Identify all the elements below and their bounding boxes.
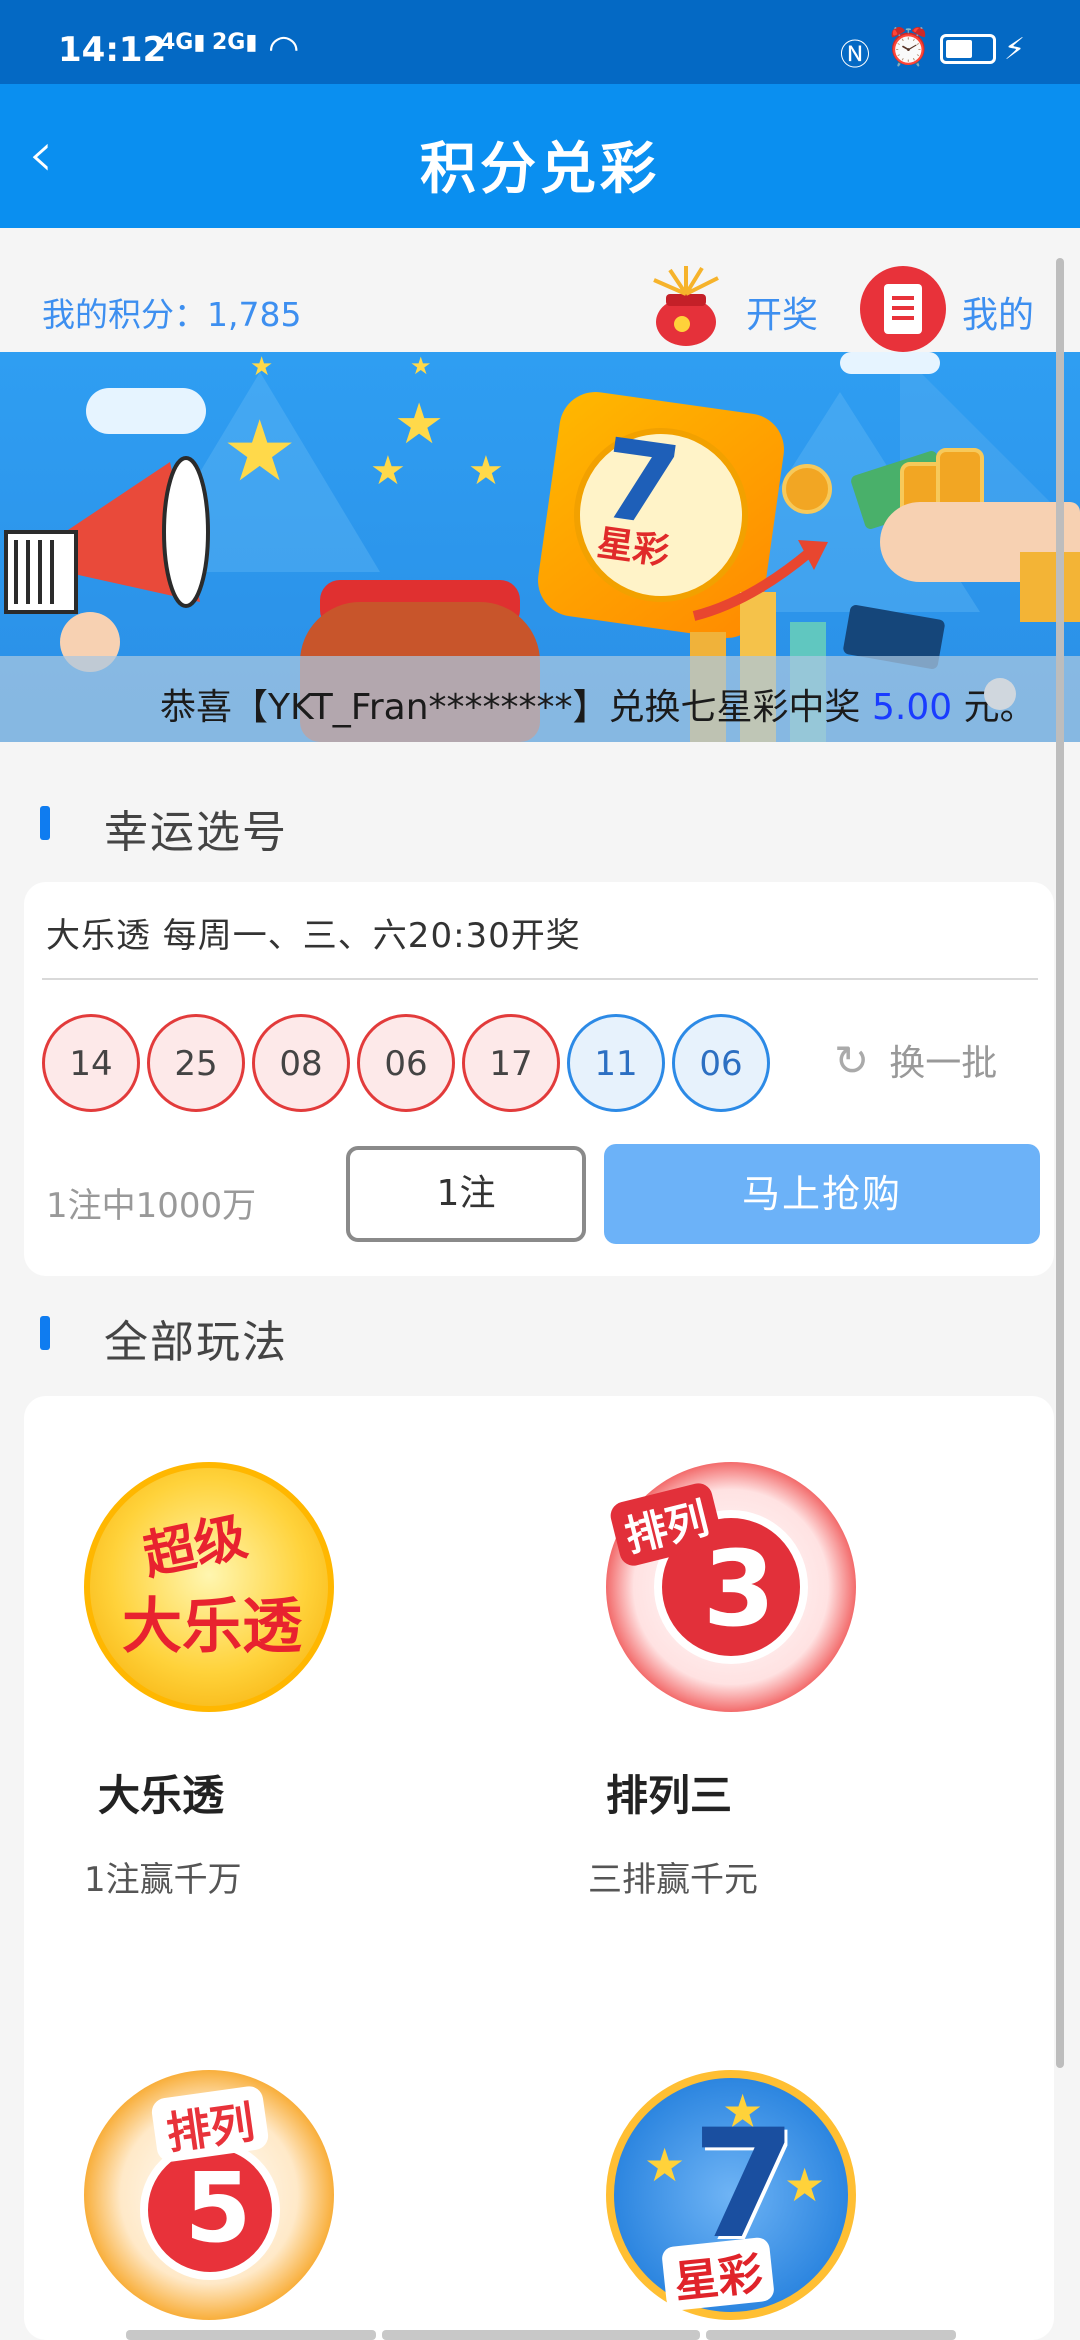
wifi-icon: ◠: [268, 28, 300, 69]
battery-icon: [940, 34, 996, 64]
bottom-tab-hint: [382, 2330, 700, 2340]
star-icon: ★: [410, 352, 432, 380]
cloud-icon: [86, 388, 206, 434]
refresh-icon: ↻: [834, 1036, 870, 1085]
sleeve-icon: [1020, 552, 1080, 622]
winner-ticker: 恭喜【YKT_Fran********】兑换七星彩中奖 5.00 元。: [0, 656, 1080, 742]
red-ball: 17: [462, 1014, 560, 1112]
my-points: 我的积分：1,785: [42, 288, 301, 336]
blue-ball: 06: [672, 1014, 770, 1112]
nfc-icon: Ⓝ: [840, 38, 870, 73]
red-ball: 14: [42, 1014, 140, 1112]
bet-count-selector[interactable]: 1注: [346, 1146, 586, 1242]
points-value: 1,785: [207, 295, 302, 334]
draw-schedule: 大乐透 每周一、三、六20:30开奖: [46, 916, 581, 956]
star-icon: ★: [222, 402, 298, 500]
my-orders-link[interactable]: 我的: [962, 286, 1034, 338]
red-ball: 08: [252, 1014, 350, 1112]
coin-icon: [782, 464, 832, 514]
lottery-results-link[interactable]: 开奖: [746, 286, 818, 338]
promo-banner[interactable]: ★ ★ ★ ★ ★ ★ 7 星彩 恭喜【YKT_Fran********】兑换七…: [0, 352, 1080, 742]
points-label: 我的积分：: [42, 295, 207, 334]
alarm-icon: ⏰: [886, 27, 931, 68]
signal-4g-icon: 4G▮: [160, 30, 206, 55]
arrow-up-icon: [692, 540, 828, 621]
star-icon: ★: [468, 448, 504, 494]
star-icon: ★: [370, 448, 406, 494]
blue-ball: 11: [567, 1014, 665, 1112]
cloud-icon: [840, 352, 940, 374]
red-ball: 25: [147, 1014, 245, 1112]
points-row: 我的积分：1,785 开奖 我的: [0, 252, 1060, 352]
clipboard-icon[interactable]: [860, 266, 946, 352]
signal-2g-icon: 2G▮: [212, 30, 258, 55]
all-games-card: 超级 大乐透 大乐透 1注赢千万 3 排列 排列三 三排赢千元 5 排列 ★ ★…: [24, 1396, 1054, 2340]
pailie3-logo-icon: 3 排列: [606, 1462, 856, 1712]
ticker-text: 恭喜【YKT_Fran********】兑换七星彩中奖 5.00 元。: [160, 687, 1036, 728]
buy-now-button[interactable]: 马上抢购: [604, 1144, 1040, 1244]
refresh-button[interactable]: ↻ 换一批: [834, 1034, 997, 1086]
section-marker: [40, 1316, 50, 1350]
section-title: 幸运选号: [104, 807, 288, 858]
red-ball: 06: [357, 1014, 455, 1112]
status-time: 14:12: [58, 30, 167, 70]
status-bar: 14:12 4G▮ 2G▮ ◠ Ⓝ ⏰ ⚡: [0, 0, 1080, 84]
qixingcai-logo-icon: ★ ★ ★ 7 星彩: [606, 2070, 856, 2320]
lottery-bag-icon[interactable]: [640, 264, 732, 348]
daletou-logo-icon: 超级 大乐透: [84, 1462, 334, 1712]
lucky-pick-card: 大乐透 每周一、三、六20:30开奖 14 25 08 06 17 11 06 ↻ 换一批 1…: [24, 882, 1054, 1276]
page-title: 积分兑彩: [420, 137, 660, 202]
star-icon: ★: [250, 352, 274, 382]
app-header: ‹ 积分兑彩: [0, 84, 1080, 228]
section-title: 全部玩法: [104, 1317, 288, 1368]
coin-icon: [984, 678, 1016, 710]
scrollbar[interactable]: [1056, 258, 1064, 2068]
game-desc: 1注赢千万: [84, 1860, 242, 1900]
ticker-amount: 5.00: [872, 687, 953, 728]
game-name: 大乐透: [98, 1771, 225, 1820]
bottom-tab-hint: [706, 2330, 956, 2340]
bottom-tab-hint: [126, 2330, 376, 2340]
game-desc: 三排赢千元: [588, 1860, 758, 1900]
prize-text: 1注中1000万: [46, 1186, 257, 1226]
section-marker: [40, 806, 50, 840]
refresh-label: 换一批: [889, 1043, 998, 1084]
game-name: 排列三: [606, 1771, 733, 1820]
divider: [42, 978, 1038, 980]
megaphone-icon: [4, 456, 210, 672]
charging-icon: ⚡: [1004, 32, 1026, 67]
pailie5-logo-icon: 5 排列: [84, 2070, 334, 2320]
